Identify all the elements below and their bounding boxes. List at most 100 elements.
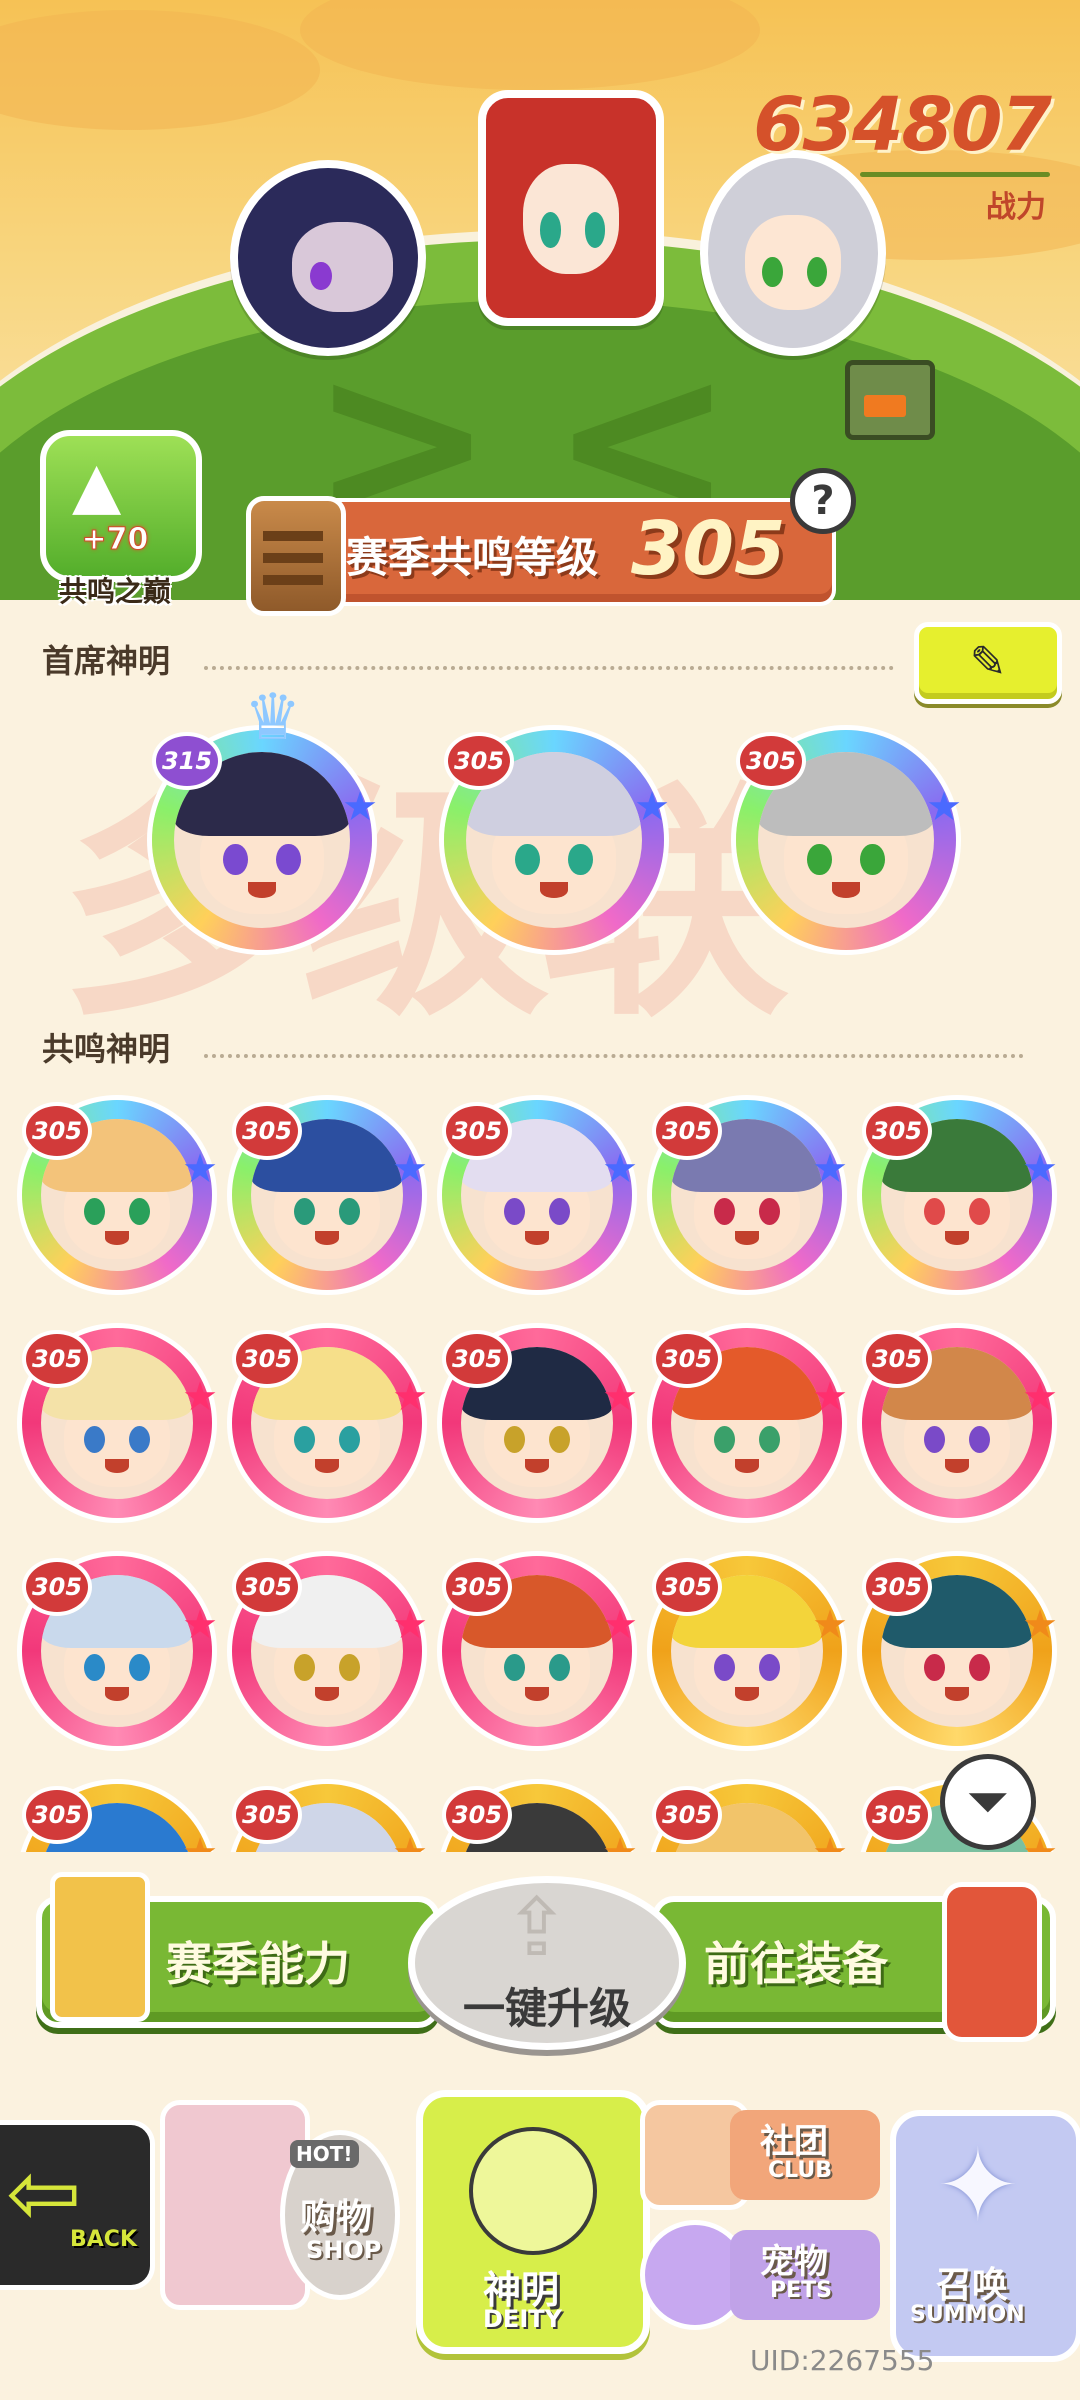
resonance-deity-portrait[interactable]: 305 ★ bbox=[652, 1556, 848, 1746]
slipper-icon bbox=[942, 1882, 1042, 2042]
summon-nav-button[interactable]: ✦ 召唤 SUMMON bbox=[890, 2110, 1080, 2362]
upgrade-all-label: 一键升级 bbox=[462, 1984, 631, 2033]
pencil-icon: ✎ bbox=[969, 637, 1007, 688]
star-icon: ★ bbox=[182, 1374, 218, 1420]
deity-level-badge: 305 bbox=[442, 1102, 512, 1160]
section-divider bbox=[204, 666, 894, 670]
season-ability-button[interactable]: 赛季能力 bbox=[36, 1872, 440, 2028]
section-divider bbox=[204, 1054, 1024, 1058]
chief-hero-sprite-3[interactable] bbox=[700, 150, 886, 356]
barrel-icon bbox=[246, 496, 346, 616]
star-icon: ★ bbox=[602, 1374, 638, 1420]
star-icon: ★ bbox=[1022, 1374, 1058, 1420]
chief-hero-sprite-2[interactable] bbox=[478, 90, 664, 326]
star-icon: ★ bbox=[812, 1602, 848, 1648]
deity-level-badge: 305 bbox=[232, 1558, 302, 1616]
combat-power-value: 634807 bbox=[753, 82, 1052, 168]
edit-chief-button[interactable]: ✎ bbox=[914, 622, 1062, 704]
club-label-en: CLUB bbox=[768, 2158, 833, 2183]
resonance-deity-portrait[interactable]: 305 ★ bbox=[652, 1100, 848, 1290]
summon-label: 召唤 bbox=[936, 2265, 1009, 2306]
upgrade-all-button[interactable]: ⇪ 一键升级 bbox=[408, 1876, 686, 2050]
back-button[interactable]: ⇦ BACK bbox=[0, 2120, 155, 2290]
resonance-deity-portrait[interactable]: 305 ★ bbox=[22, 1328, 218, 1518]
star-icon: ★ bbox=[926, 784, 962, 830]
hot-tag: HOT! bbox=[290, 2140, 359, 2168]
chief-deities-title: 首席神明 bbox=[42, 642, 171, 680]
deity-level-badge: 305 bbox=[736, 732, 806, 790]
filter-button[interactable]: ⏷ bbox=[940, 1754, 1036, 1850]
pets-nav-button[interactable]: 宠物 PETS bbox=[640, 2220, 890, 2330]
resonance-deity-portrait[interactable]: 305 ★ bbox=[442, 1100, 638, 1290]
star-icon: ★ bbox=[342, 784, 378, 830]
star-icon: ★ bbox=[602, 1146, 638, 1192]
club-nav-button[interactable]: 社团 CLUB bbox=[640, 2100, 890, 2210]
go-equipment-label: 前往装备 bbox=[704, 1937, 888, 1991]
deity-level-badge: 305 bbox=[862, 1786, 932, 1844]
deity-level-badge: 305 bbox=[444, 732, 514, 790]
star-icon: ★ bbox=[182, 1602, 218, 1648]
resonance-deity-portrait[interactable]: 305 ★ bbox=[232, 1328, 428, 1518]
deity-level-badge: 305 bbox=[652, 1786, 722, 1844]
shop-label: 购物 bbox=[300, 2197, 373, 2238]
deity-level-badge: 305 bbox=[442, 1786, 512, 1844]
pets-label-en: PETS bbox=[770, 2278, 833, 2303]
deity-level-badge: 305 bbox=[232, 1786, 302, 1844]
star-icon: ★ bbox=[1022, 1146, 1058, 1192]
bubble-tea-icon bbox=[50, 1872, 150, 2022]
deity-level-badge: 315 bbox=[152, 732, 222, 790]
shop-nav-button[interactable]: HOT! 购物 SHOP bbox=[160, 2060, 400, 2310]
resonance-deity-portrait[interactable]: 305 ★ bbox=[862, 1100, 1058, 1290]
resonance-deity-portrait[interactable]: 305 ★ bbox=[442, 1328, 638, 1518]
star-icon: ★ bbox=[1022, 1602, 1058, 1648]
radio-chest-icon[interactable] bbox=[845, 360, 935, 440]
star-icon: ★ bbox=[812, 1146, 848, 1192]
filter-icon: ⏷ bbox=[968, 1774, 1008, 1830]
resonance-deity-portrait[interactable]: 305 ★ bbox=[22, 1100, 218, 1290]
resonance-deity-portrait[interactable]: 305 ★ bbox=[862, 1556, 1058, 1746]
deity-character-icon bbox=[469, 2127, 597, 2255]
help-button[interactable]: ? bbox=[790, 468, 856, 534]
deity-level-badge: 305 bbox=[652, 1558, 722, 1616]
cloud bbox=[0, 10, 320, 130]
go-equipment-button[interactable]: 前往装备 bbox=[652, 1882, 1056, 2042]
star-icon: ★ bbox=[392, 1374, 428, 1420]
club-label: 社团 bbox=[760, 2122, 828, 2162]
back-label: BACK bbox=[70, 2227, 137, 2252]
crown-icon: ♛ bbox=[244, 681, 302, 755]
star-icon: ★ bbox=[392, 1146, 428, 1192]
resonance-deity-portrait[interactable]: 305 ★ bbox=[862, 1328, 1058, 1518]
deity-level-badge: 305 bbox=[22, 1786, 92, 1844]
resonance-deity-portrait[interactable]: 305 ★ bbox=[22, 1556, 218, 1746]
mountain-icon: ▲ bbox=[72, 449, 122, 523]
resonance-deity-portrait[interactable]: 305 ★ bbox=[442, 1556, 638, 1746]
chief-hero-sprite-1[interactable] bbox=[230, 160, 426, 356]
chief-deity-portrait[interactable]: 315 ★ ♛ bbox=[152, 686, 378, 950]
sparkle-star-icon: ✦ bbox=[936, 2127, 1020, 2244]
deity-level-badge: 305 bbox=[232, 1330, 302, 1388]
resonance-deity-portrait[interactable]: 305 ★ bbox=[232, 1556, 428, 1746]
combat-power-divider bbox=[860, 172, 1050, 177]
combat-power-label: 战力 bbox=[986, 190, 1046, 225]
resonance-deity-portrait[interactable]: 305 ★ bbox=[652, 1328, 848, 1518]
cloud bbox=[300, 0, 760, 90]
deity-level-badge: 305 bbox=[232, 1102, 302, 1160]
chief-deity-portrait[interactable]: 305 ★ bbox=[736, 730, 962, 950]
deity-level-badge: 305 bbox=[652, 1330, 722, 1388]
summon-label-en: SUMMON bbox=[910, 2302, 1025, 2327]
star-icon: ★ bbox=[182, 1146, 218, 1192]
back-arrow-icon: ⇦ bbox=[6, 2141, 82, 2246]
season-resonance-level: 305 bbox=[631, 506, 786, 592]
season-ability-label: 赛季能力 bbox=[166, 1937, 350, 1991]
pets-label: 宠物 bbox=[760, 2242, 828, 2282]
chief-deity-portrait[interactable]: 305 ★ bbox=[444, 730, 670, 950]
season-resonance-banner[interactable]: 赛季共鸣等级 305 bbox=[246, 496, 836, 616]
resonance-deity-portrait[interactable]: 305 ★ bbox=[232, 1100, 428, 1290]
shop-label-en: SHOP bbox=[306, 2236, 382, 2264]
deity-level-badge: 305 bbox=[442, 1330, 512, 1388]
resonance-peak-badge[interactable]: ▲ +70 共鸣之巅 bbox=[30, 430, 202, 610]
deity-level-badge: 305 bbox=[22, 1102, 92, 1160]
deity-level-badge: 305 bbox=[22, 1558, 92, 1616]
deity-nav-button[interactable]: 神明 DEITY bbox=[416, 2090, 650, 2354]
deity-label-en: DEITY bbox=[483, 2305, 562, 2333]
